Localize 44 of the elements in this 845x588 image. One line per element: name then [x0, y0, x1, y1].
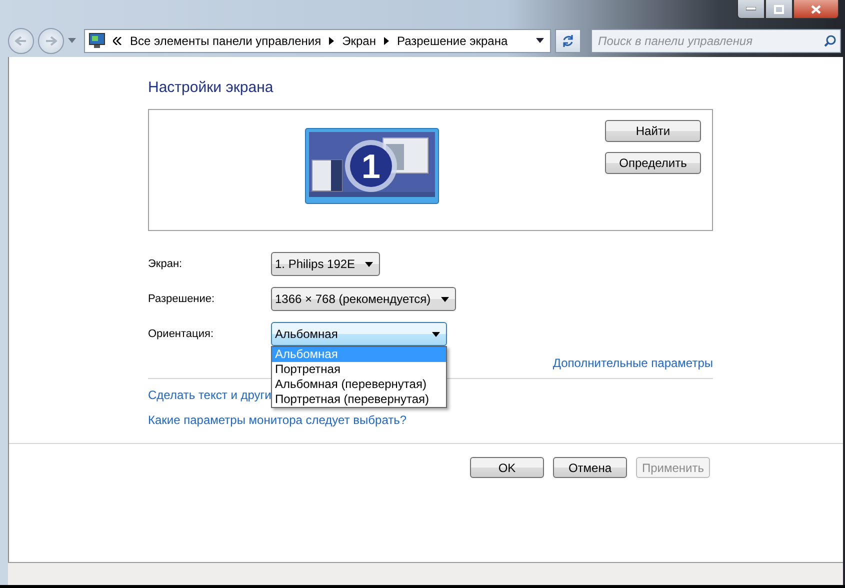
- maximize-button[interactable]: [765, 0, 793, 19]
- dropdown[interactable]: Альбомная: [271, 322, 447, 346]
- breadcrumb[interactable]: Разрешение экрана: [396, 34, 508, 48]
- history-caret-icon[interactable]: [68, 38, 76, 43]
- caret-icon: [365, 262, 374, 266]
- maximize-icon: [774, 4, 784, 14]
- search-field[interactable]: Поиск в панели управления: [591, 28, 841, 52]
- minimize-button[interactable]: [737, 0, 765, 19]
- dropdown-option[interactable]: Портретная (перевернутая): [272, 392, 446, 407]
- dropdown[interactable]: 1366 × 768 (рекомендуется): [271, 287, 456, 311]
- help-link[interactable]: Сделать текст и други: [148, 388, 272, 402]
- arrow-icon[interactable]: [384, 36, 389, 44]
- ok-button[interactable]: OK: [470, 457, 544, 478]
- chevrons-icon: [113, 36, 122, 44]
- search-icon[interactable]: [824, 34, 836, 46]
- breadcrumb[interactable]: Экран: [342, 34, 376, 48]
- display-number: 1: [362, 148, 380, 186]
- caret-icon: [432, 332, 440, 336]
- dropdown-option[interactable]: Портретная: [272, 362, 446, 377]
- close-icon: [811, 4, 821, 14]
- minimize-icon: [746, 7, 756, 11]
- dropdown-caret-icon[interactable]: [536, 38, 544, 43]
- refresh-button[interactable]: [555, 28, 581, 52]
- back-arrow-icon: [15, 36, 27, 46]
- dropdown-option[interactable]: Альбомная (перевернутая): [272, 377, 446, 392]
- field-label: Ориентация:: [148, 328, 215, 340]
- identify-button[interactable]: Определить: [605, 152, 701, 174]
- help-link[interactable]: Какие параметры монитора следует выбрать?: [148, 413, 407, 427]
- field-label: Экран:: [148, 258, 184, 270]
- monitor-icon: [89, 33, 105, 48]
- breadcrumb[interactable]: Все элементы панели управления: [130, 34, 322, 48]
- address-bar[interactable]: Все элементы панели управления Экран Разрешение экрана: [84, 28, 551, 52]
- dropdown[interactable]: 1. Philips 192E: [271, 252, 380, 276]
- page-title: Настройки экрана: [148, 79, 274, 96]
- monitor-drawing[interactable]: 1: [305, 128, 439, 204]
- caret-icon: [440, 296, 449, 302]
- arrow-icon[interactable]: [329, 36, 334, 44]
- forward-arrow-icon: [45, 36, 57, 46]
- cancel-button[interactable]: Отмена: [553, 457, 627, 478]
- close-button[interactable]: [793, 0, 839, 19]
- refresh-icon: [561, 34, 575, 48]
- advanced-settings-link[interactable]: Дополнительные параметры: [552, 356, 713, 370]
- field-label: Разрешение:: [148, 293, 216, 305]
- detect-button[interactable]: Найти: [605, 120, 701, 142]
